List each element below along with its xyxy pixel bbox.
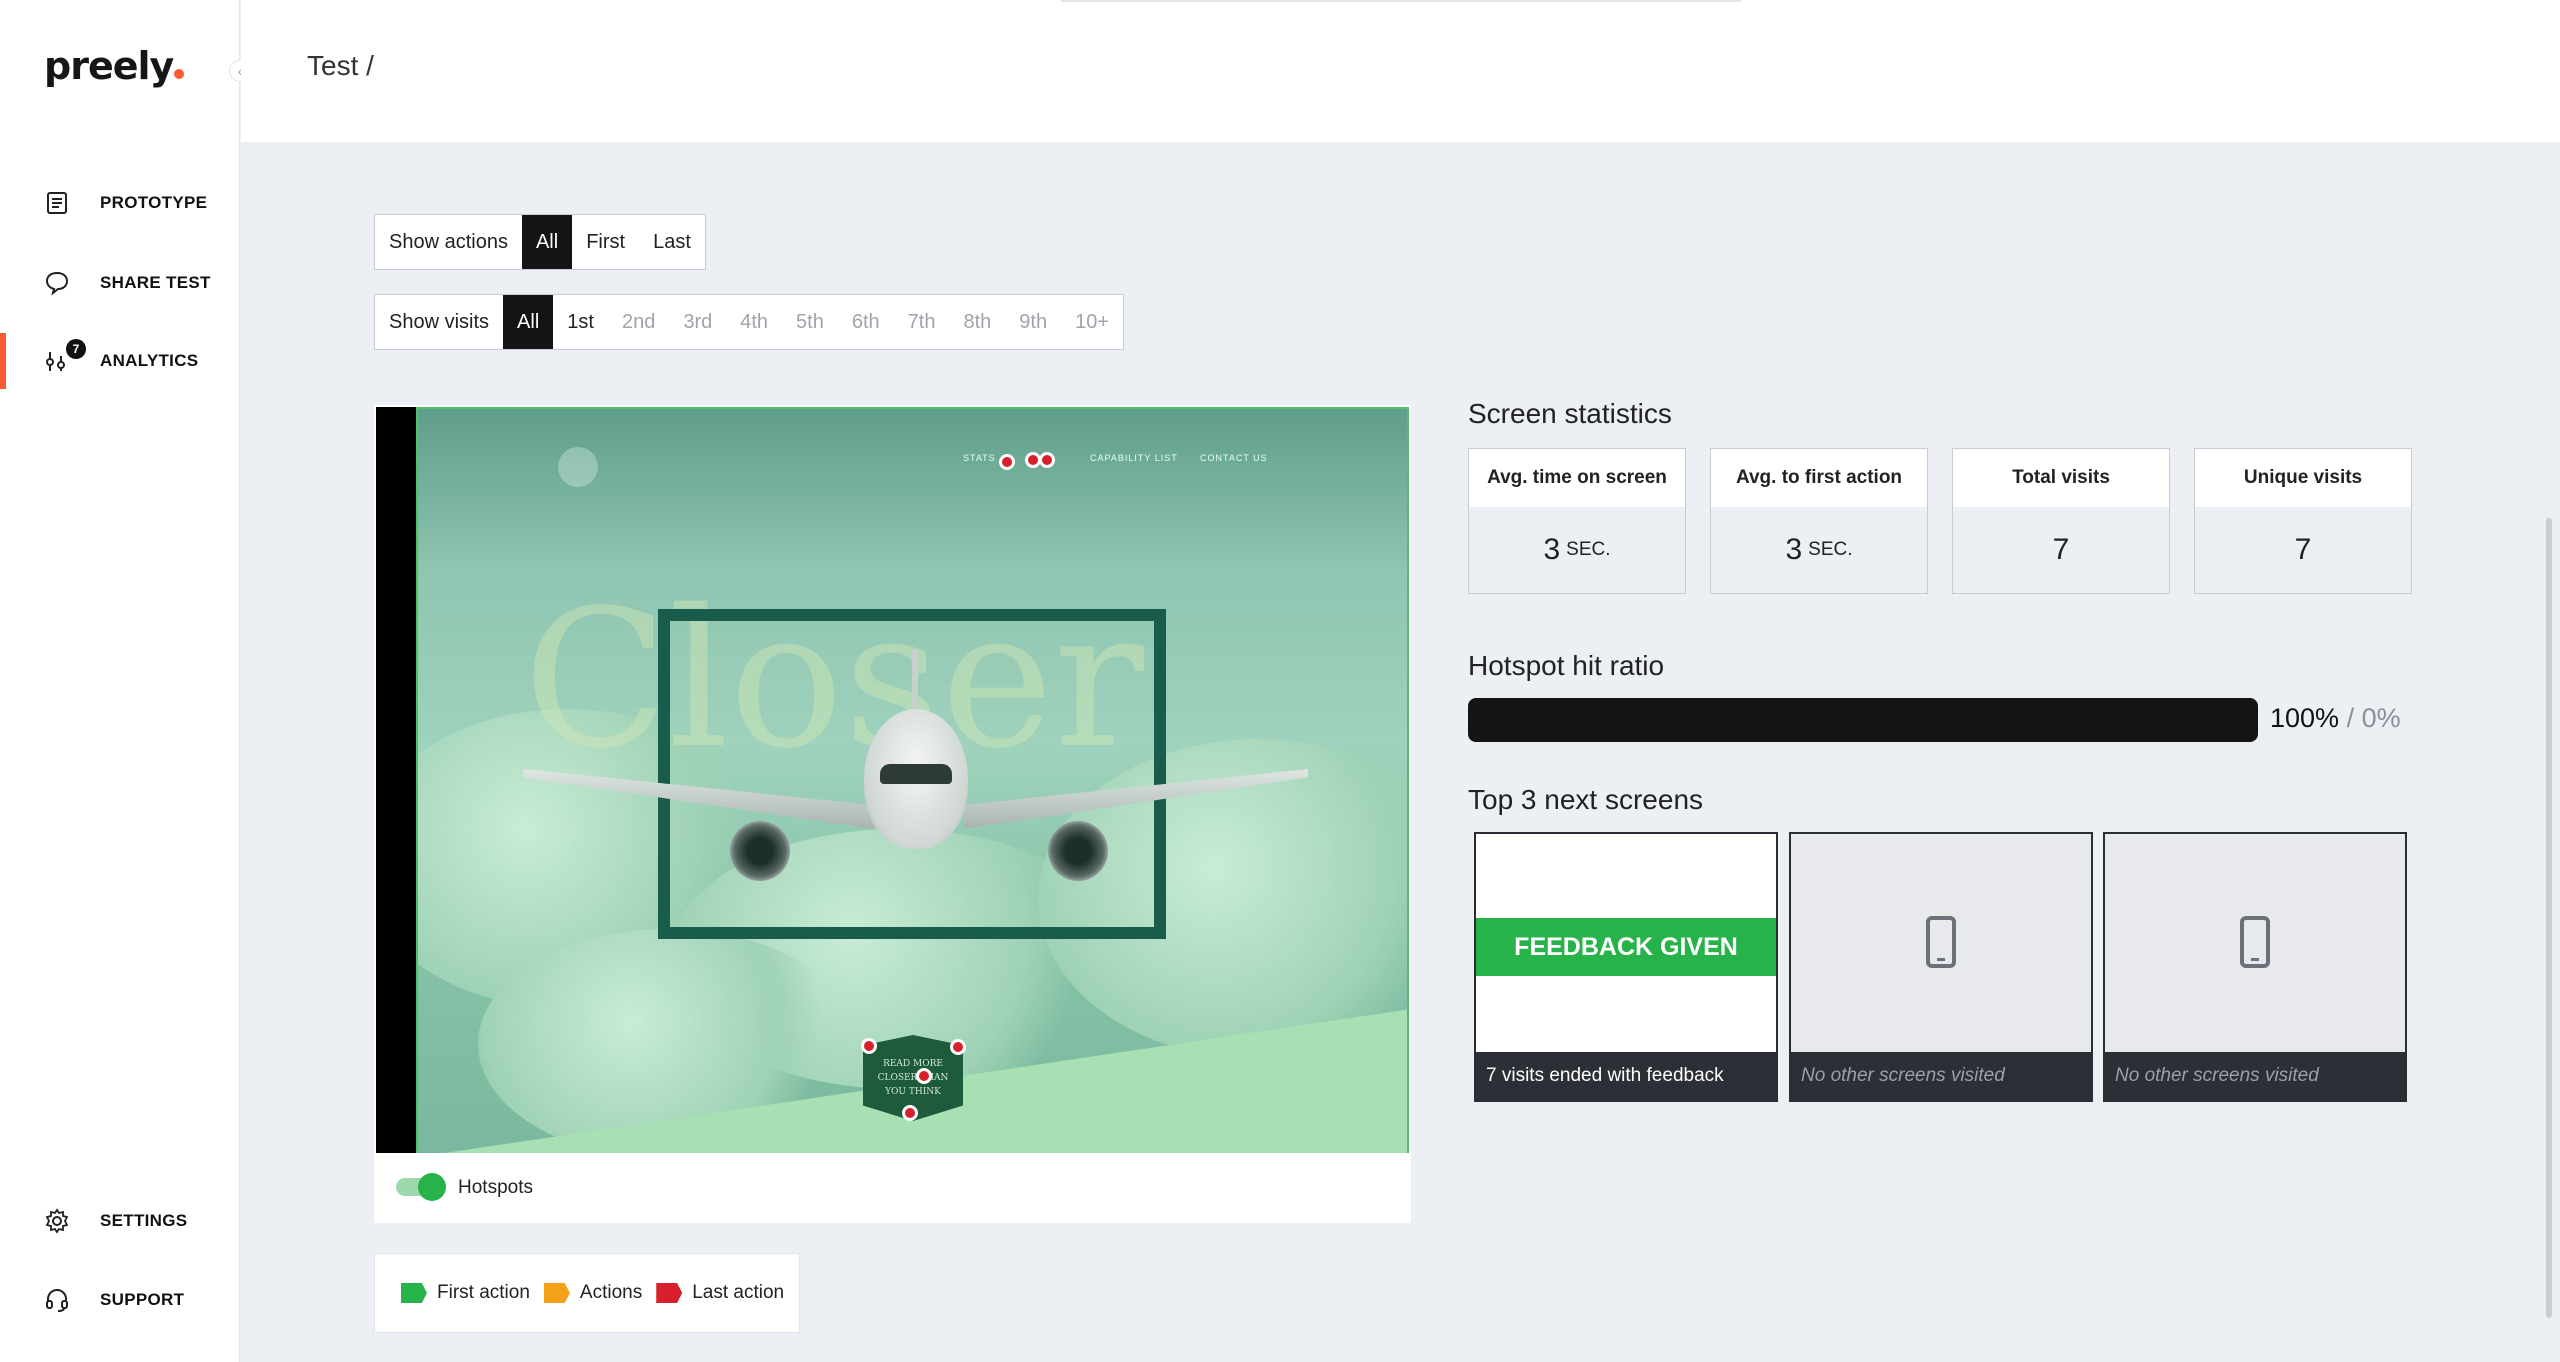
stat-label: Unique visits (2195, 449, 2411, 507)
read-more-badge-text: READ MORE CLOSER THAN YOU THINK (877, 1059, 949, 1097)
logo-dot (174, 69, 185, 79)
stat-value: 3 SEC. (1785, 533, 1853, 566)
analytics-badge: 7 (66, 339, 86, 359)
hotspot-hit-ratio-title: Hotspot hit ratio (1468, 650, 1665, 681)
legend-item-last-action: Last action (656, 1282, 784, 1304)
sidebar-item-label: SETTINGS (100, 1211, 188, 1230)
stat-value: 7 (2052, 533, 2070, 566)
stat-label: Avg. time on screen (1469, 449, 1685, 507)
sidebar-item-share-test[interactable]: SHARE TEST (0, 255, 240, 311)
next-screen-card: No other screens visited (2103, 832, 2407, 1102)
actions-option-all[interactable]: All (521, 215, 573, 269)
site-nav-link: CAPABILITY LIST (1090, 453, 1178, 463)
stat-card-total-visits: Total visits 7 (1952, 448, 2170, 594)
stat-card-avg-first-action: Avg. to first action 3 SEC. (1710, 448, 1928, 594)
legend-item-actions: Actions (543, 1282, 642, 1304)
visits-option-6th: 6th (851, 310, 880, 333)
actions-option-first[interactable]: First (572, 215, 639, 269)
sidebar: preely PROTOTYPE SHARE TEST 7 ANALYTICS (0, 0, 240, 1362)
stat-card-avg-time: Avg. time on screen 3 SEC. (1468, 448, 1686, 594)
stat-value: 3 SEC. (1543, 533, 1611, 566)
sidebar-item-support[interactable]: SUPPORT (0, 1272, 240, 1328)
sidebar-item-label: SUPPORT (100, 1290, 185, 1309)
page-title: Test / (307, 50, 374, 81)
visits-option-2nd: 2nd (621, 310, 656, 333)
hotspot-marker[interactable] (950, 1039, 966, 1055)
orange-flag-icon (543, 1283, 570, 1303)
visits-option-4th: 4th (740, 310, 769, 333)
hotspot-marker[interactable] (916, 1068, 932, 1084)
document-icon (47, 192, 67, 214)
action-legend: First action Actions Last action (374, 1253, 800, 1333)
next-screen-caption: 7 visits ended with feedback (1476, 1052, 1776, 1100)
sidebar-item-label: SHARE TEST (100, 273, 211, 292)
top-next-screens-title: Top 3 next screens (1468, 784, 1704, 815)
phone-icon (2240, 916, 2270, 968)
sidebar-item-prototype[interactable]: PROTOTYPE (0, 175, 240, 231)
green-flag-icon (401, 1283, 427, 1303)
prototype-preview: Closer STATS CAPABILITY LIST CONTACT US … (374, 405, 1411, 1223)
chat-bubble-icon (45, 271, 69, 296)
site-nav-link: CONTACT US (1200, 453, 1268, 463)
prototype-screenshot[interactable]: Closer STATS CAPABILITY LIST CONTACT US … (416, 407, 1409, 1155)
stat-label: Avg. to first action (1711, 449, 1927, 507)
plane-engine (730, 821, 790, 881)
stat-card-unique-visits: Unique visits 7 (2194, 448, 2412, 594)
show-visits-filter: Show visits All 1st 2nd 3rd 4th 5th 6th … (374, 294, 1125, 350)
sidebar-item-settings[interactable]: SETTINGS (0, 1193, 240, 1249)
plane-cockpit (880, 764, 952, 784)
hotspots-toggle[interactable] (396, 1173, 446, 1201)
visits-option-8th: 8th (963, 310, 992, 333)
header-divider (1061, 0, 1741, 2)
visits-option-3rd: 3rd (683, 310, 713, 333)
page-header: Test / (241, 0, 2560, 142)
next-screen-caption: No other screens visited (1791, 1052, 2091, 1100)
hotspot-hit-ratio-bar (1468, 698, 2258, 742)
hotspot-marker[interactable] (902, 1105, 918, 1121)
show-actions-filter: Show actions All First Last (374, 214, 706, 270)
phone-icon (1926, 916, 1956, 968)
show-visits-label: Show visits (389, 310, 490, 333)
scrollbar[interactable] (2546, 518, 2552, 1318)
stat-label: Total visits (1953, 449, 2169, 507)
hotspot-marker[interactable] (999, 454, 1015, 470)
screen-statistics-title: Screen statistics (1468, 398, 1672, 429)
feedback-given-banner: FEEDBACK GIVEN (1476, 918, 1776, 976)
stat-value: 7 (2294, 533, 2312, 566)
show-actions-label: Show actions (389, 230, 508, 253)
next-screen-caption: No other screens visited (2105, 1052, 2405, 1100)
hotspots-label: Hotspots (458, 1177, 533, 1198)
visits-option-9th: 9th (1019, 310, 1048, 333)
sidebar-item-label: ANALYTICS (100, 351, 199, 370)
hotspot-hit-ratio-value: 100% / 0% (2270, 703, 2401, 733)
sidebar-item-analytics[interactable]: 7 ANALYTICS (0, 333, 240, 389)
preview-frame: Closer STATS CAPABILITY LIST CONTACT US … (376, 407, 1409, 1155)
sidebar-item-label: PROTOTYPE (100, 193, 208, 212)
next-screen-card: No other screens visited (1789, 832, 2093, 1102)
visits-option-10-plus: 10+ (1075, 310, 1110, 333)
visits-option-1st[interactable]: 1st (553, 295, 608, 349)
visits-option-all[interactable]: All (503, 295, 554, 349)
red-flag-icon (656, 1283, 683, 1303)
plane-engine (1048, 821, 1108, 881)
visits-option-7th: 7th (907, 310, 936, 333)
hotspot-marker[interactable] (1039, 452, 1055, 468)
visits-option-5th: 5th (796, 310, 824, 333)
actions-option-last[interactable]: Last (639, 215, 705, 269)
headset-icon (46, 1288, 68, 1312)
hotspots-bar: Hotspots (374, 1153, 1411, 1221)
app-logo[interactable]: preely (44, 44, 185, 88)
brand-logo (558, 447, 598, 487)
legend-item-first-action: First action (401, 1282, 530, 1304)
gear-icon (45, 1208, 69, 1234)
next-screen-card[interactable]: FEEDBACK GIVEN 7 visits ended with feedb… (1474, 832, 1778, 1102)
toggle-knob (418, 1173, 446, 1201)
hotspot-marker[interactable] (861, 1038, 877, 1054)
site-nav-link: STATS (963, 453, 996, 463)
